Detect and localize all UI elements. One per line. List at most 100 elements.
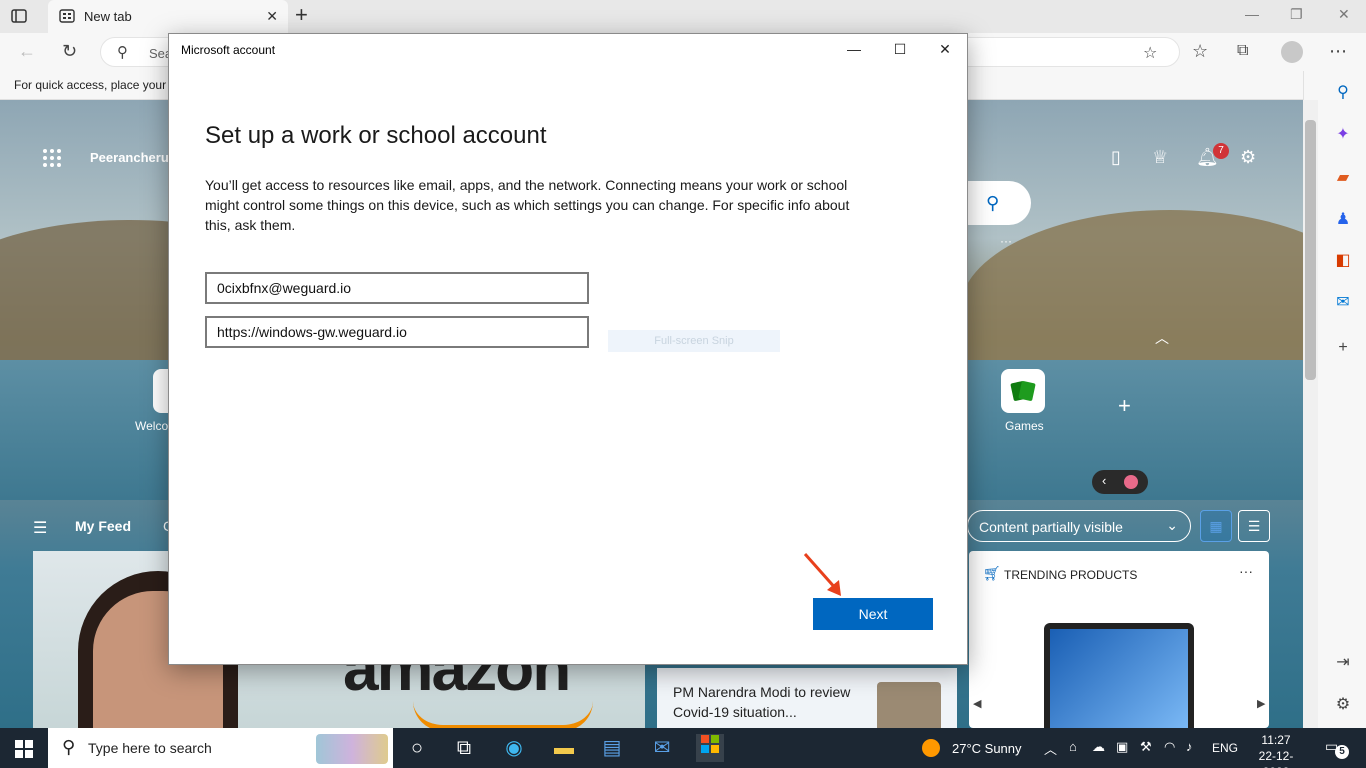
tray-app-icon[interactable]: ▣ xyxy=(1116,739,1128,755)
carousel-control[interactable]: ‹ xyxy=(1092,470,1148,494)
favorites-bar-hint: For quick access, place your xyxy=(14,78,167,92)
more-options-icon[interactable]: ··· xyxy=(1239,563,1253,579)
clock-time: 11:27 xyxy=(1261,733,1291,747)
cards-icon xyxy=(1010,381,1036,401)
email-field[interactable] xyxy=(205,272,589,304)
minimize-icon[interactable]: — xyxy=(1245,6,1259,22)
wifi-icon[interactable]: ◠ xyxy=(1164,739,1175,755)
taskbar-clock[interactable]: 11:27 22-12-2022 xyxy=(1248,732,1304,768)
settings-icon[interactable]: ⚙ xyxy=(1240,147,1256,168)
grid-view-icon[interactable]: ▦ xyxy=(1200,510,1232,542)
cortana-icon[interactable]: ○ xyxy=(403,734,431,762)
onedrive-icon[interactable]: ☁ xyxy=(1092,739,1105,755)
mail-icon[interactable]: ✉ xyxy=(648,734,676,762)
chevron-up-icon[interactable]: ︿ xyxy=(1155,328,1169,348)
tab-new-tab[interactable]: New tab ✕ xyxy=(48,0,288,33)
file-explorer-icon[interactable]: ▬ xyxy=(550,734,578,762)
sidebar-settings-icon[interactable]: ⚙ xyxy=(1333,695,1353,715)
microsoft-account-dialog: Microsoft account — ☐ ✕ Set up a work or… xyxy=(168,33,968,665)
more-options-icon[interactable]: ··· xyxy=(1000,234,1012,248)
more-menu-icon[interactable]: ⋯ xyxy=(1329,41,1347,61)
brand-smile-icon xyxy=(413,701,593,728)
dialog-maximize-icon[interactable]: ☐ xyxy=(885,39,915,59)
annotation-arrow-icon xyxy=(803,553,841,596)
notification-badge: 7 xyxy=(1213,143,1229,159)
carousel-prev-icon[interactable]: ◀ xyxy=(973,697,981,710)
restore-icon[interactable]: ❐ xyxy=(1290,6,1303,23)
tab-title: New tab xyxy=(84,9,132,24)
dialog-close-icon[interactable]: ✕ xyxy=(930,39,960,59)
feed-card-news[interactable]: PM Narendra Modi to review Covid-19 situ… xyxy=(657,668,957,732)
add-shortcut-icon[interactable]: + xyxy=(1118,393,1131,419)
network-device-icon[interactable]: ⌂ xyxy=(1069,739,1077,754)
list-view-icon[interactable]: ☰ xyxy=(1238,510,1270,542)
trending-products-card[interactable]: 🛒︎ TRENDING PRODUCTS ··· ◀ ▶ xyxy=(969,551,1269,728)
taskbar-search-placeholder: Type here to search xyxy=(88,740,212,756)
shopping-icon[interactable]: ▰ xyxy=(1333,168,1353,188)
add-favorite-icon[interactable]: ☆ xyxy=(1143,43,1157,63)
feed-menu-icon[interactable]: ☰ xyxy=(33,518,47,538)
discover-icon[interactable]: ✦ xyxy=(1333,125,1353,145)
show-hidden-icons-icon[interactable]: ︿ xyxy=(1044,739,1057,758)
profile-name: Peerancheru xyxy=(90,150,169,165)
clock-date: 22-12-2022 xyxy=(1258,749,1294,768)
search-highlight-image xyxy=(316,734,388,764)
search-icon: ⚲ xyxy=(117,44,128,61)
settings-app-icon[interactable] xyxy=(696,734,724,762)
scrollbar-thumb[interactable] xyxy=(1305,120,1316,380)
profile-avatar[interactable] xyxy=(1281,41,1303,63)
collections-icon[interactable]: ⧉ xyxy=(1237,41,1248,61)
dialog-title: Microsoft account xyxy=(181,43,276,57)
news-headline[interactable]: PM Narendra Modi to review Covid-19 situ… xyxy=(673,682,863,722)
trending-title: TRENDING PRODUCTS xyxy=(1004,568,1138,582)
phone-icon[interactable]: ▯ xyxy=(1111,147,1121,168)
tray-tool-icon[interactable]: ⚒ xyxy=(1140,739,1152,755)
rewards-icon[interactable]: ♕ xyxy=(1152,147,1168,168)
app-launcher-icon[interactable] xyxy=(42,148,62,168)
search-icon: ⚲ xyxy=(62,737,76,757)
web-search-icon[interactable]: ⚲ xyxy=(986,193,999,214)
edge-icon[interactable]: ◉ xyxy=(500,734,528,762)
content-visibility-select[interactable]: Content partially visible ⌄ xyxy=(967,510,1191,542)
tab-strip: New tab ✕ + — ❐ ✕ xyxy=(0,0,1366,33)
news-thumbnail xyxy=(877,682,941,732)
windows-start-icon[interactable] xyxy=(15,740,33,763)
add-sidebar-app-icon[interactable]: + xyxy=(1333,338,1353,358)
tools-icon[interactable]: ♟ xyxy=(1333,210,1353,230)
hide-sidebar-icon[interactable]: ⇥ xyxy=(1333,653,1353,673)
favorites-icon[interactable]: ☆ xyxy=(1192,41,1208,61)
task-view-icon[interactable]: ⧉ xyxy=(450,734,478,762)
weather-text[interactable]: 27°C Sunny xyxy=(952,741,1022,756)
windows-taskbar: ⚲ Type here to search ○ ⧉ ◉ ▬ ▤ ✉ 27°C S… xyxy=(0,728,1366,768)
quick-link-games[interactable] xyxy=(1001,369,1045,413)
outlook-icon[interactable]: ✉ xyxy=(1333,293,1353,313)
carousel-next-icon[interactable]: ▶ xyxy=(1257,697,1265,710)
language-indicator[interactable]: ENG xyxy=(1212,741,1238,755)
content-visibility-label: Content partially visible xyxy=(979,519,1123,535)
new-tab-page-icon xyxy=(59,8,75,29)
tab-actions-icon[interactable] xyxy=(10,7,28,25)
chevron-down-icon: ⌄ xyxy=(1166,517,1178,533)
search-icon[interactable]: ⚲ xyxy=(1333,83,1353,103)
dialog-minimize-icon[interactable]: — xyxy=(839,39,869,59)
close-window-icon[interactable]: ✕ xyxy=(1338,6,1350,23)
product-image-laptop xyxy=(1044,623,1194,728)
tab-my-feed[interactable]: My Feed xyxy=(75,518,131,534)
volume-icon[interactable]: ♪ xyxy=(1186,739,1193,754)
quick-link-label: Games xyxy=(1005,419,1044,433)
snip-tooltip-ghost: Full-screen Snip xyxy=(608,330,780,352)
close-tab-icon[interactable]: ✕ xyxy=(266,8,278,25)
dialog-heading: Set up a work or school account xyxy=(205,122,547,149)
dialog-description: You’ll get access to resources like emai… xyxy=(205,177,850,233)
cart-icon: 🛒︎ xyxy=(983,565,1001,581)
back-icon[interactable]: ← xyxy=(18,41,36,61)
taskbar-search-box[interactable]: ⚲ Type here to search xyxy=(48,728,393,768)
office-icon[interactable]: ◧ xyxy=(1333,251,1353,271)
store-icon[interactable]: ▤ xyxy=(598,734,626,762)
chevron-left-icon[interactable]: ‹ xyxy=(1102,473,1106,488)
next-button[interactable]: Next xyxy=(813,598,933,630)
server-address-field[interactable] xyxy=(205,316,589,348)
new-tab-button[interactable]: + xyxy=(295,4,308,26)
weather-icon[interactable] xyxy=(922,739,940,757)
refresh-icon[interactable]: ↻ xyxy=(62,41,77,61)
